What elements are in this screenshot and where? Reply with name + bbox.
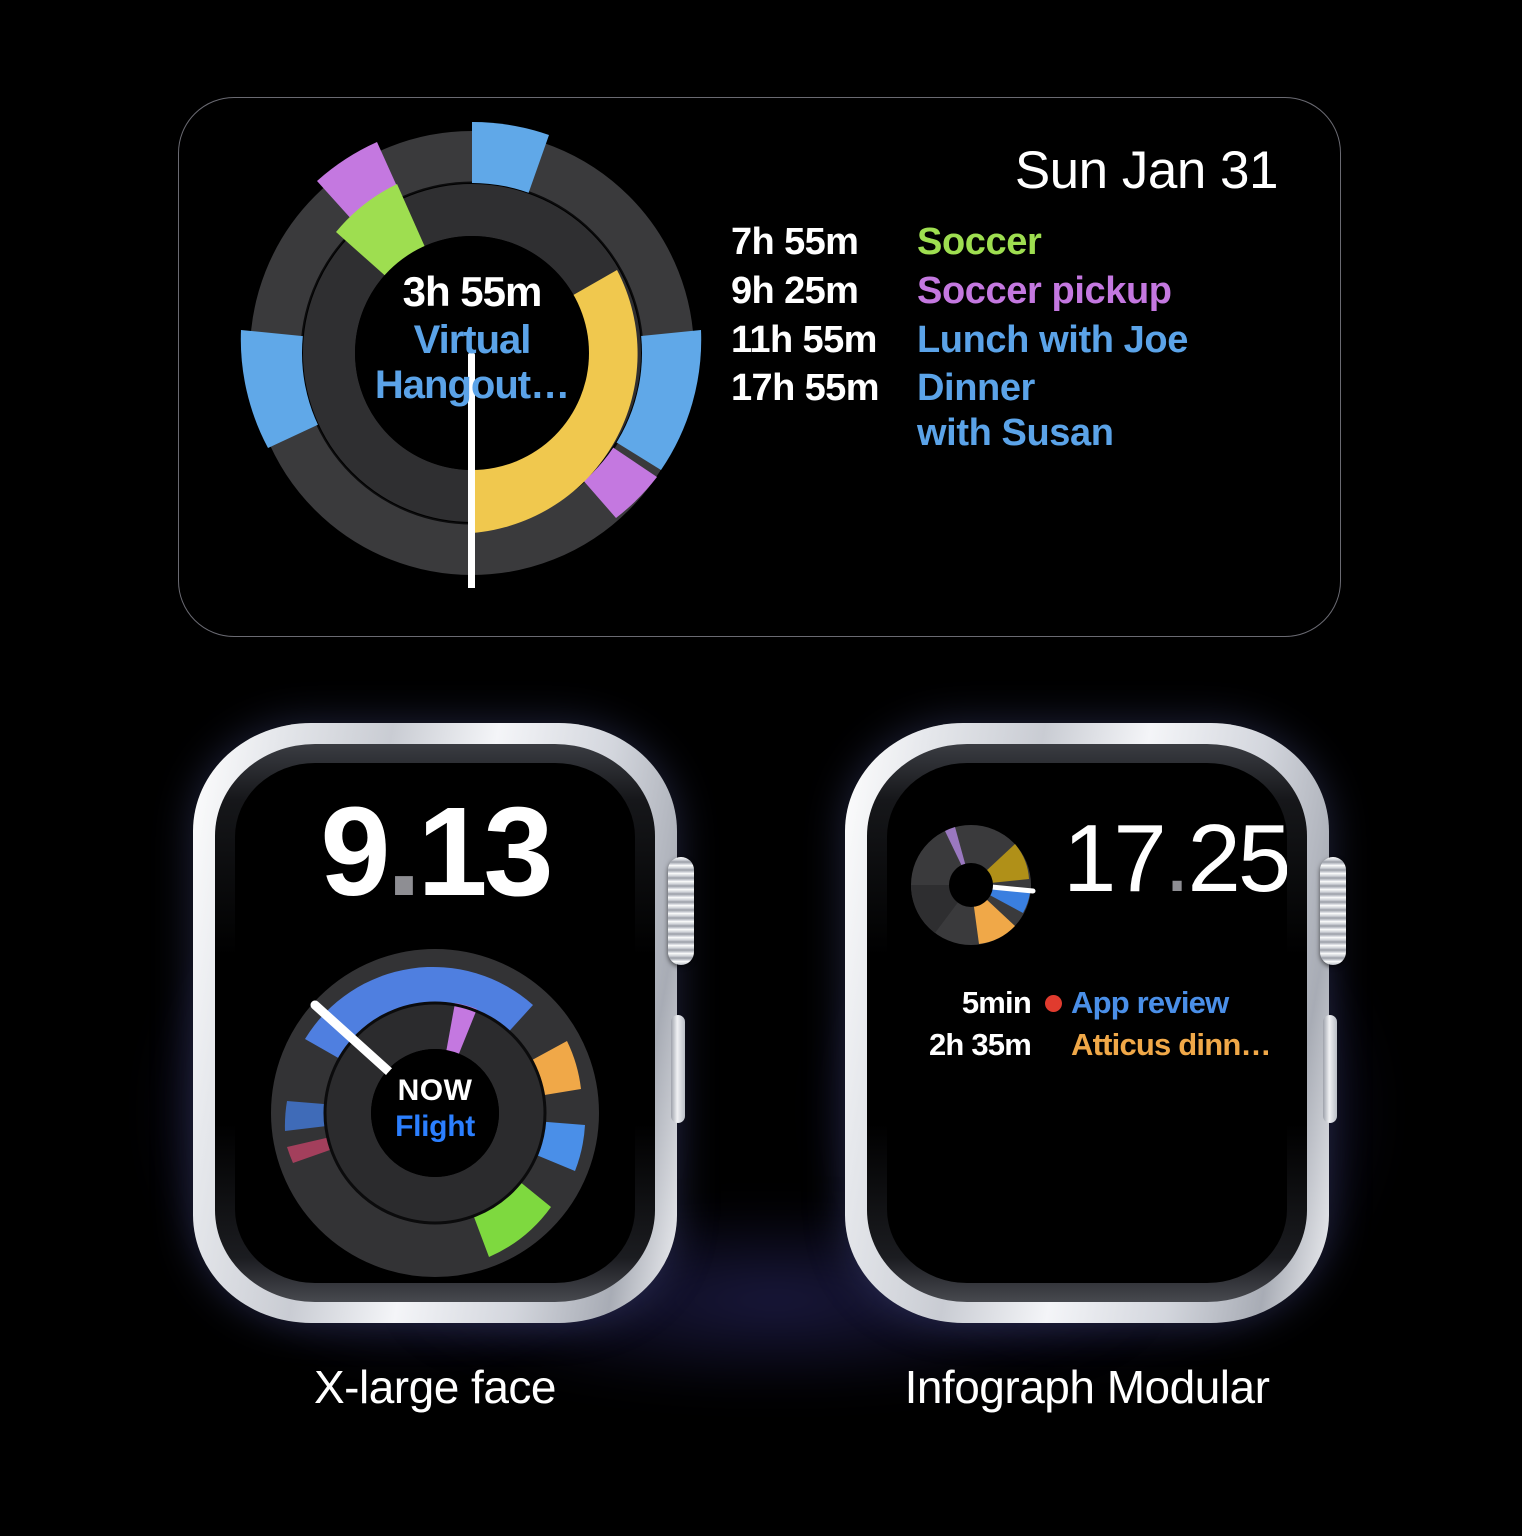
hero-event-time: 11h 55m (731, 318, 877, 361)
infograph-event-title: App review (1071, 985, 1229, 1020)
infograph-time-separator: . (1163, 805, 1191, 912)
hero-event-title: Soccer (917, 221, 1042, 263)
hero-donut-chart: 3h 55m Virtual Hangout… (237, 118, 707, 588)
infograph-mini-complication[interactable] (905, 819, 1037, 951)
watch-screen-xlarge[interactable]: 9.13 NOW Flight (235, 763, 635, 1283)
hero-event-row[interactable]: 9h 25m Soccer pickup (731, 269, 1291, 314)
hero-event-time: 7h 55m (731, 221, 859, 263)
xlarge-schedule-complication[interactable]: NOW Flight (271, 949, 599, 1277)
infograph-mini-svg (911, 825, 1036, 945)
hero-event-title-line1: Dinner (917, 367, 1035, 410)
watch-device-xlarge: 9.13 NOW Flight (193, 723, 694, 1323)
infograph-time-minute: 25 (1187, 805, 1287, 912)
hero-event-time: 17h 55m (731, 367, 880, 410)
hero-now-marker (468, 353, 475, 588)
hero-event-title-line2: with Susan (917, 412, 1114, 455)
xlarge-time-separator: . (386, 781, 421, 922)
infograph-event-duration: 5min (961, 985, 1032, 1020)
digital-crown[interactable] (1320, 857, 1346, 965)
calendar-dot-icon (1045, 994, 1062, 1012)
xlarge-hub (373, 1051, 497, 1175)
infograph-event-row[interactable]: 2h 35m Atticus dinn… (899, 1027, 1272, 1063)
hero-event-list: 7h 55m Soccer 9h 25m Soccer pickup 11h 5… (731, 220, 1291, 460)
infograph-event-duration: 2h 35m (928, 1027, 1032, 1062)
infograph-event-list: 5min App review 2h 35m Atticus dinn… (899, 985, 1272, 1069)
infograph-event-row[interactable]: 5min App review (899, 985, 1269, 1021)
infograph-event-title: Atticus dinn… (1071, 1027, 1272, 1062)
side-button[interactable] (1323, 1015, 1337, 1123)
hero-event-row[interactable]: 11h 55m Lunch with Joe (731, 318, 1291, 363)
digital-crown[interactable] (668, 857, 694, 965)
hero-event-title: Soccer pickup (917, 269, 1172, 312)
hero-event-title: Lunch with Joe (917, 318, 1188, 361)
infograph-time-hour: 17 (1063, 805, 1167, 912)
side-button[interactable] (671, 1015, 685, 1123)
hero-panel: 3h 55m Virtual Hangout… Sun Jan 31 7h 55… (178, 97, 1341, 637)
caption-infograph-modular: Infograph Modular (904, 1361, 1270, 1413)
watch-device-infograph: 17.25 5min App review 2h 35m Atticus din… (845, 723, 1346, 1323)
mini-hub (949, 863, 993, 907)
infograph-time: 17.25 (1063, 811, 1287, 907)
xlarge-time-minute: 13 (417, 781, 553, 922)
xlarge-time: 9.13 (235, 789, 635, 915)
hero-donut-svg (240, 121, 702, 588)
screenshot-root: 3h 55m Virtual Hangout… Sun Jan 31 7h 55… (0, 0, 1522, 1536)
xlarge-time-hour: 9 (320, 781, 390, 922)
xlarge-donut-svg (271, 949, 599, 1277)
hero-event-row[interactable]: 17h 55m Dinner with Susan (731, 366, 1291, 456)
hero-date: Sun Jan 31 (1014, 141, 1279, 200)
watch-screen-infograph[interactable]: 17.25 5min App review 2h 35m Atticus din… (887, 763, 1287, 1283)
hero-event-row[interactable]: 7h 55m Soccer (731, 220, 1291, 265)
hero-event-title-block: Dinner with Susan (917, 366, 1114, 456)
caption-xlarge-face: X-large face (313, 1361, 557, 1413)
hero-event-time: 9h 25m (731, 269, 859, 312)
